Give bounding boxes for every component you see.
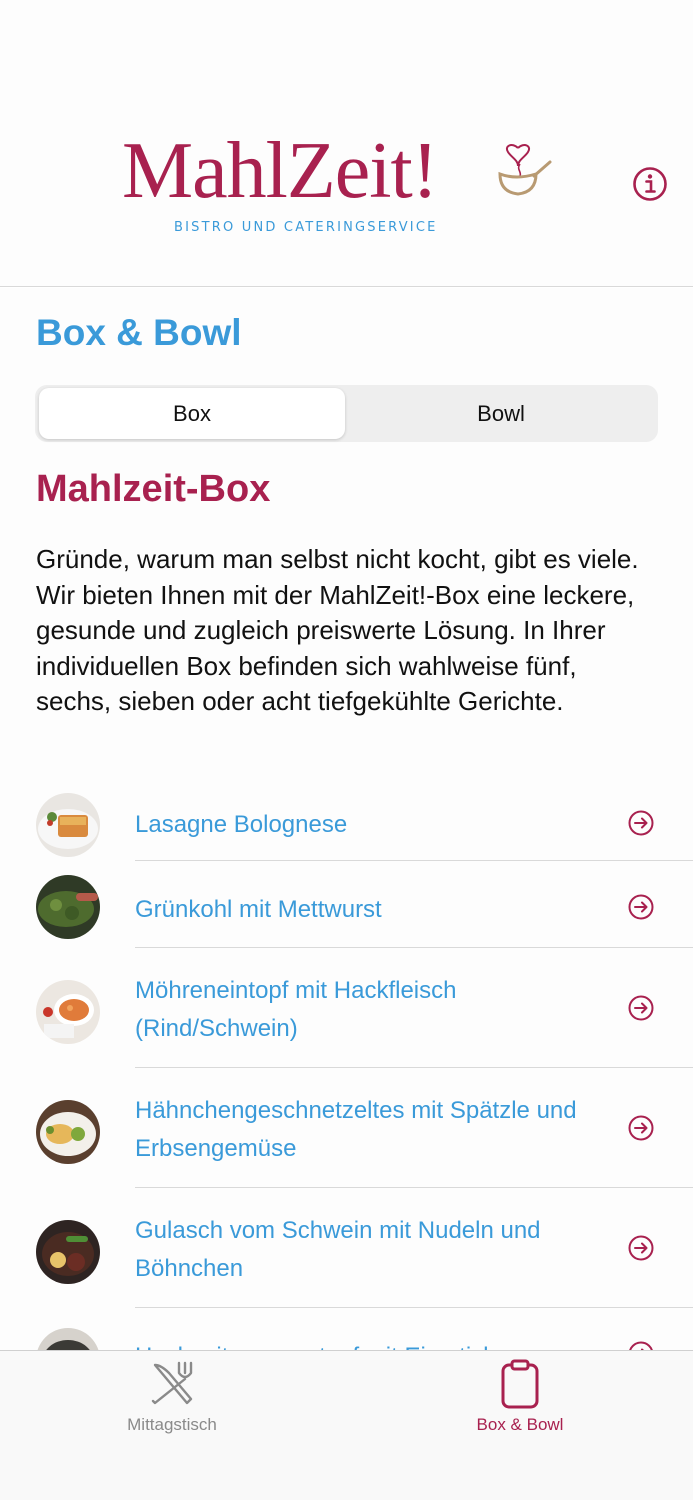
info-icon[interactable] — [632, 166, 668, 202]
dish-thumbnail — [36, 1328, 100, 1350]
arrow-right-circle-icon[interactable] — [627, 994, 655, 1022]
dish-thumbnail — [36, 875, 100, 939]
dish-name[interactable]: Hähnchengeschnetzeltes mit Spätzle und E… — [135, 1092, 605, 1168]
fork-knife-icon — [151, 1361, 193, 1405]
dish-list-item[interactable]: Grünkohl mit Mettwurst — [0, 861, 693, 948]
dish-name[interactable]: Grünkohl mit Mettwurst — [135, 891, 605, 929]
tab-label: Mittagstisch — [127, 1415, 217, 1434]
tab-box-bowl[interactable]: Box & Bowl — [420, 1351, 620, 1451]
page-title: Box & Bowl — [36, 312, 242, 353]
arrow-right-circle-icon[interactable] — [627, 1234, 655, 1262]
dish-name[interactable]: Möhreneintopf mit Hackfleisch (Rind/Schw… — [135, 972, 605, 1048]
mahlzeit-logo: MahlZeit! BISTRO UND CATERINGSERVICE — [120, 120, 560, 250]
dish-name[interactable]: Hochzeitssuppentopf mit Eierstich — [135, 1338, 605, 1350]
segment-bowl[interactable]: Bowl — [347, 388, 655, 439]
dish-thumbnail — [36, 1220, 100, 1284]
dish-list-item[interactable]: Hochzeitssuppentopf mit Eierstich — [0, 1308, 693, 1350]
dish-list-item[interactable]: Möhreneintopf mit Hackfleisch (Rind/Schw… — [0, 948, 693, 1068]
dish-thumbnail — [36, 980, 100, 1044]
box-bowl-segmented-control[interactable]: Box Bowl — [35, 385, 658, 442]
arrow-right-circle-icon[interactable] — [627, 893, 655, 921]
dish-name[interactable]: Gulasch vom Schwein mit Nudeln und Böhnc… — [135, 1212, 605, 1288]
clipboard-icon — [501, 1359, 539, 1409]
tab-bar: Mittagstisch Box & Bowl — [0, 1350, 693, 1500]
dish-thumbnail — [36, 793, 100, 857]
segment-box[interactable]: Box — [39, 388, 345, 439]
bowl-heart-icon — [498, 144, 552, 196]
main-content[interactable]: Box & Bowl Box Bowl Mahlzeit-Box Gründe,… — [0, 288, 693, 1350]
arrow-right-circle-icon[interactable] — [627, 1114, 655, 1142]
intro-text: Gründe, warum man selbst nicht kocht, gi… — [36, 544, 639, 716]
tab-mittagstisch[interactable]: Mittagstisch — [72, 1351, 272, 1451]
logo-subtitle: BISTRO UND CATERINGSERVICE — [174, 220, 438, 235]
arrow-right-circle-icon[interactable] — [627, 809, 655, 837]
dish-list-item[interactable]: Hähnchengeschnetzeltes mit Spätzle und E… — [0, 1068, 693, 1188]
app-header: MahlZeit! BISTRO UND CATERINGSERVICE — [0, 0, 693, 287]
dish-list-item[interactable]: Lasagne Bolognese — [0, 785, 693, 861]
logo-wordmark: MahlZeit! — [122, 127, 438, 215]
dish-name[interactable]: Lasagne Bolognese — [135, 806, 605, 844]
arrow-right-circle-icon[interactable] — [627, 1340, 655, 1350]
section-title: Mahlzeit-Box — [36, 468, 271, 510]
dish-list-item[interactable]: Gulasch vom Schwein mit Nudeln und Böhnc… — [0, 1188, 693, 1308]
tab-label: Box & Bowl — [476, 1415, 564, 1434]
dish-thumbnail — [36, 1100, 100, 1164]
